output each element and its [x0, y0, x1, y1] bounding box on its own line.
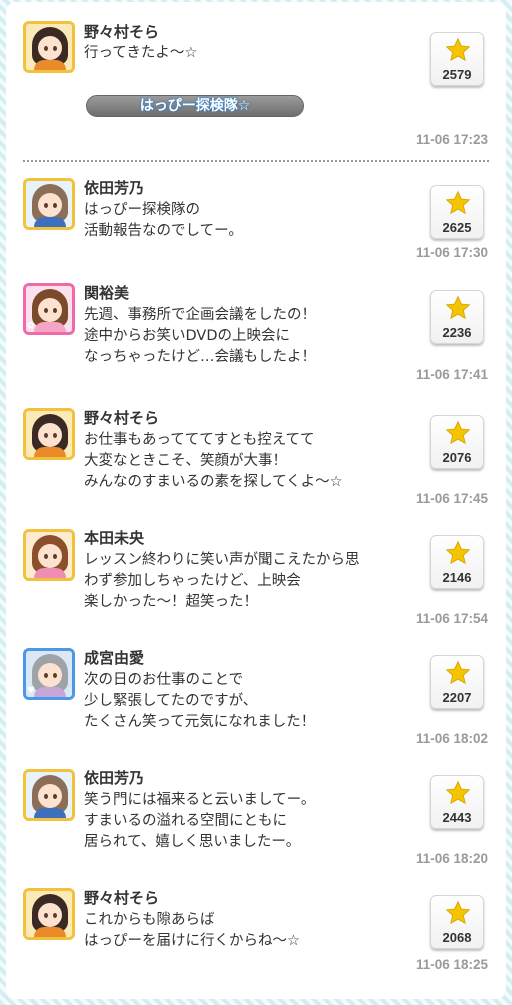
message-line: なっちゃったけど…会議もしたよ！	[84, 349, 316, 365]
like-count: 2625	[442, 220, 472, 235]
avatar[interactable]: ✿	[23, 283, 75, 335]
message-line: はっぴーを届けに行くからね〜☆	[84, 933, 300, 949]
star-icon	[445, 190, 471, 215]
timestamp: 11-06 18:02	[415, 731, 488, 746]
message-line: たくさん笑って元気になれました！	[84, 714, 316, 730]
timestamp: 11-06 17:23	[415, 132, 488, 147]
message-line: 次の日のお仕事のことで	[84, 672, 244, 688]
star-icon	[445, 295, 471, 320]
message-line: これからも隙あらば	[84, 912, 215, 928]
like-count: 2579	[442, 67, 472, 82]
like-button[interactable]: 2146	[430, 535, 484, 589]
timestamp: 11-06 18:25	[415, 957, 488, 972]
like-button[interactable]: 2076	[430, 415, 484, 469]
message-line: 楽しかった〜！超笑った！	[84, 594, 258, 610]
comment-panel: 野々村そら 行ってきたよ〜☆ はっぴー探検隊☆ 2579 11-06 17:23…	[6, 2, 506, 999]
poster-name: 関裕美	[84, 284, 130, 302]
poster-name: 野々村そら	[84, 23, 160, 41]
heart-badge-icon: ♥	[27, 686, 36, 696]
message-line: みんなのすまいるの素を探してくよ〜☆	[84, 474, 343, 490]
avatar[interactable]: ♥	[23, 648, 75, 700]
timestamp: 11-06 17:45	[415, 491, 488, 506]
poster-name: 成宮由愛	[84, 649, 145, 667]
avatar[interactable]	[23, 21, 75, 73]
like-button[interactable]: 2579	[430, 32, 484, 86]
like-button[interactable]: 2236	[430, 290, 484, 344]
star-icon	[445, 660, 471, 685]
message-line: 活動報告なのでしてー。	[84, 223, 243, 239]
like-button[interactable]: 2443	[430, 775, 484, 829]
star-icon	[445, 420, 471, 445]
avatar[interactable]	[23, 529, 75, 581]
message-line: レッスン終わりに笑い声が聞こえたから思	[84, 552, 360, 568]
section-divider	[23, 160, 489, 162]
like-count: 2068	[442, 930, 472, 945]
message-line: はっぴー探検隊の	[84, 202, 200, 218]
hashtag-pill[interactable]: はっぴー探検隊☆	[86, 95, 304, 117]
timestamp: 11-06 17:54	[415, 611, 488, 626]
star-icon	[445, 37, 471, 62]
like-count: 2076	[442, 450, 472, 465]
like-button[interactable]: 2068	[430, 895, 484, 949]
message-line: 大変なときこそ、笑顔が大事！	[84, 453, 287, 469]
star-icon	[445, 900, 471, 925]
like-button[interactable]: 2625	[430, 185, 484, 239]
message-line: 笑う門には福来ると云いましてー。	[84, 792, 316, 808]
like-count: 2443	[442, 810, 472, 825]
message-line: お仕事もあってててすとも控えてて	[84, 432, 315, 448]
message-line: 行ってきたよ〜☆	[84, 45, 198, 61]
message-line: わず参加しちゃったけど、上映会	[84, 573, 301, 589]
poster-name: 野々村そら	[84, 889, 160, 907]
message-line: すまいるの溢れる空間にともに	[84, 813, 287, 829]
star-icon	[445, 780, 471, 805]
flower-badge-icon: ✿	[27, 321, 35, 331]
poster-name: 本田未央	[84, 529, 145, 547]
message-line: 先週、事務所で企画会議をしたの！	[84, 307, 316, 323]
avatar[interactable]	[23, 769, 75, 821]
message-line: 途中からお笑いDVDの上映会に	[84, 328, 290, 344]
message-line: 居られて、嬉しく思いましたー。	[84, 834, 301, 850]
timestamp: 11-06 17:30	[415, 245, 488, 260]
timestamp: 11-06 18:20	[415, 851, 488, 866]
timestamp: 11-06 17:41	[415, 367, 488, 382]
avatar[interactable]	[23, 178, 75, 230]
poster-name: 依田芳乃	[84, 179, 145, 197]
poster-name: 依田芳乃	[84, 769, 145, 787]
like-count: 2146	[442, 570, 472, 585]
message-line: 少し緊張してたのですが、	[84, 693, 258, 709]
like-count: 2236	[442, 325, 472, 340]
avatar[interactable]	[23, 408, 75, 460]
avatar[interactable]	[23, 888, 75, 940]
like-button[interactable]: 2207	[430, 655, 484, 709]
star-icon	[445, 540, 471, 565]
like-count: 2207	[442, 690, 472, 705]
poster-name: 野々村そら	[84, 409, 160, 427]
